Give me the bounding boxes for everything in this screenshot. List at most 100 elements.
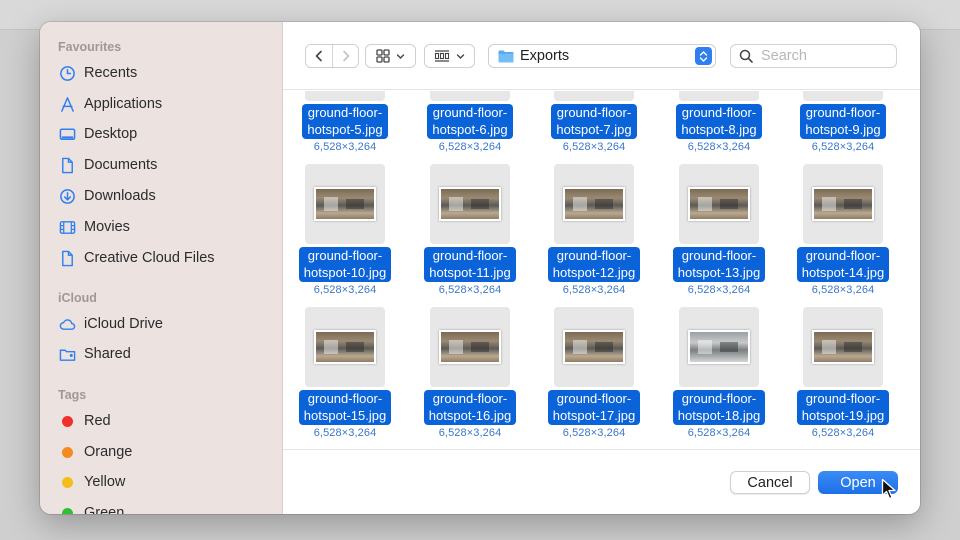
icon-view-button[interactable] bbox=[365, 44, 416, 68]
file-name-line: ground-floor- bbox=[681, 105, 757, 120]
chevron-left-icon bbox=[315, 50, 322, 62]
file-name-line: ground-floor- bbox=[432, 105, 508, 120]
file-name-line: ground-floor- bbox=[681, 248, 757, 263]
sidebar-item-tag-yellow[interactable]: Yellow bbox=[52, 468, 274, 496]
sidebar-item-tag-orange[interactable]: Orange bbox=[52, 438, 274, 466]
file-name-label[interactable]: ground-floor-hotspot-18.jpg bbox=[672, 390, 766, 425]
file-item[interactable]: ground-floor-hotspot-12.jpg 6,528×3,264 bbox=[539, 164, 649, 296]
file-item[interactable]: ground-floor-hotspot-6.jpg 6,528×3,264 bbox=[415, 91, 525, 153]
file-name-label[interactable]: ground-floor-hotspot-10.jpg bbox=[298, 247, 392, 282]
file-item[interactable]: ground-floor-hotspot-8.jpg 6,528×3,264 bbox=[664, 91, 774, 153]
file-item[interactable]: ground-floor-hotspot-19.jpg 6,528×3,264 bbox=[788, 307, 898, 439]
file-thumbnail[interactable] bbox=[679, 307, 759, 387]
file-name-line: hotspot-8.jpg bbox=[681, 121, 757, 137]
file-thumbnail[interactable] bbox=[679, 91, 759, 101]
sidebar-item-label: iCloud Drive bbox=[84, 316, 163, 332]
search-placeholder: Search bbox=[761, 48, 807, 64]
panorama-image-preview bbox=[563, 187, 625, 221]
sidebar-item-label: Creative Cloud Files bbox=[84, 250, 215, 266]
file-thumbnail[interactable] bbox=[305, 91, 385, 101]
file-name-line: hotspot-10.jpg bbox=[303, 264, 387, 280]
file-name-label[interactable]: ground-floor-hotspot-17.jpg bbox=[547, 390, 641, 425]
sidebar-item-tag-red[interactable]: Red bbox=[52, 407, 274, 435]
sidebar-item-desktop[interactable]: Desktop bbox=[52, 120, 274, 148]
file-item[interactable]: ground-floor-hotspot-16.jpg 6,528×3,264 bbox=[415, 307, 525, 439]
file-name-label[interactable]: ground-floor-hotspot-16.jpg bbox=[423, 390, 517, 425]
file-item[interactable]: ground-floor-hotspot-15.jpg 6,528×3,264 bbox=[290, 307, 400, 439]
file-thumbnail[interactable] bbox=[305, 164, 385, 244]
file-thumbnail[interactable] bbox=[803, 307, 883, 387]
sidebar-item-label: Recents bbox=[84, 65, 138, 81]
sidebar-item-recents[interactable]: Recents bbox=[52, 59, 274, 87]
sidebar-item-label: Documents bbox=[84, 157, 158, 173]
file-dimensions: 6,528×3,264 bbox=[438, 284, 502, 296]
file-thumbnail[interactable] bbox=[305, 307, 385, 387]
file-item[interactable]: ground-floor-hotspot-11.jpg 6,528×3,264 bbox=[415, 164, 525, 296]
file-name-line: hotspot-14.jpg bbox=[801, 264, 885, 280]
file-name-label[interactable]: ground-floor-hotspot-13.jpg bbox=[672, 247, 766, 282]
file-item[interactable]: ground-floor-hotspot-5.jpg 6,528×3,264 bbox=[290, 91, 400, 153]
file-thumbnail[interactable] bbox=[679, 164, 759, 244]
file-thumbnail[interactable] bbox=[430, 164, 510, 244]
file-item[interactable]: ground-floor-hotspot-17.jpg 6,528×3,264 bbox=[539, 307, 649, 439]
sidebar-item-movies[interactable]: Movies bbox=[52, 213, 274, 241]
sidebar-item-applications[interactable]: Applications bbox=[52, 90, 274, 118]
sidebar-item-tag-green[interactable]: Green bbox=[52, 499, 274, 514]
file-name-label[interactable]: ground-floor-hotspot-11.jpg bbox=[424, 247, 516, 282]
file-item[interactable]: ground-floor-hotspot-18.jpg 6,528×3,264 bbox=[664, 307, 774, 439]
file-name-line: hotspot-16.jpg bbox=[428, 407, 512, 423]
file-name-line: hotspot-13.jpg bbox=[677, 264, 761, 280]
chevron-right-icon bbox=[342, 50, 349, 62]
cancel-button[interactable]: Cancel bbox=[730, 471, 810, 494]
forward-button[interactable] bbox=[332, 45, 358, 67]
file-thumbnail[interactable] bbox=[554, 307, 634, 387]
back-button[interactable] bbox=[306, 45, 332, 67]
file-name-label[interactable]: ground-floor-hotspot-12.jpg bbox=[547, 247, 641, 282]
file-item[interactable]: ground-floor-hotspot-10.jpg 6,528×3,264 bbox=[290, 164, 400, 296]
file-dimensions: 6,528×3,264 bbox=[687, 284, 751, 296]
file-name-line: hotspot-12.jpg bbox=[552, 264, 636, 280]
file-thumbnail[interactable] bbox=[554, 91, 634, 101]
panorama-image-preview bbox=[812, 330, 874, 364]
sidebar-item-label: Green bbox=[84, 505, 125, 514]
sidebar-item-creative-cloud[interactable]: Creative Cloud Files bbox=[52, 244, 274, 272]
file-dimensions: 6,528×3,264 bbox=[313, 427, 377, 439]
up-down-chevron-icon bbox=[695, 47, 712, 65]
file-name-label[interactable]: ground-floor-hotspot-5.jpg bbox=[302, 104, 388, 139]
file-name-label[interactable]: ground-floor-hotspot-15.jpg bbox=[298, 390, 392, 425]
file-name-line: ground-floor- bbox=[805, 391, 881, 406]
file-thumbnail[interactable] bbox=[554, 164, 634, 244]
file-item[interactable]: ground-floor-hotspot-9.jpg 6,528×3,264 bbox=[788, 91, 898, 153]
file-name-label[interactable]: ground-floor-hotspot-14.jpg bbox=[796, 247, 890, 282]
file-dimensions: 6,528×3,264 bbox=[313, 141, 377, 153]
sidebar-item-shared[interactable]: Shared bbox=[52, 340, 274, 368]
search-field[interactable]: Search bbox=[730, 44, 897, 68]
file-name-label[interactable]: ground-floor-hotspot-8.jpg bbox=[676, 104, 762, 139]
file-name-label[interactable]: ground-floor-hotspot-19.jpg bbox=[796, 390, 890, 425]
file-item[interactable]: ground-floor-hotspot-13.jpg 6,528×3,264 bbox=[664, 164, 774, 296]
file-thumbnail[interactable] bbox=[803, 91, 883, 101]
applications-icon bbox=[52, 90, 82, 118]
file-item[interactable]: ground-floor-hotspot-7.jpg 6,528×3,264 bbox=[539, 91, 649, 153]
file-thumbnail[interactable] bbox=[430, 307, 510, 387]
file-name-label[interactable]: ground-floor-hotspot-9.jpg bbox=[800, 104, 886, 139]
dialog-footer: Cancel Open bbox=[283, 449, 920, 514]
sidebar-item-icloud-drive[interactable]: iCloud Drive bbox=[52, 310, 274, 338]
file-dimensions: 6,528×3,264 bbox=[811, 284, 875, 296]
sidebar-item-downloads[interactable]: Downloads bbox=[52, 182, 274, 210]
file-name-line: ground-floor- bbox=[432, 248, 508, 263]
sidebar-item-label: Red bbox=[84, 413, 111, 429]
group-icon bbox=[434, 50, 450, 62]
file-name-label[interactable]: ground-floor-hotspot-7.jpg bbox=[551, 104, 637, 139]
tag-dot-red-icon bbox=[52, 407, 82, 435]
file-item[interactable]: ground-floor-hotspot-14.jpg 6,528×3,264 bbox=[788, 164, 898, 296]
group-by-button[interactable] bbox=[424, 44, 475, 68]
sidebar-item-documents[interactable]: Documents bbox=[52, 151, 274, 179]
file-thumbnail[interactable] bbox=[803, 164, 883, 244]
desktop-icon bbox=[52, 120, 82, 148]
folder-icon bbox=[498, 50, 514, 62]
clock-icon bbox=[52, 59, 82, 87]
location-popup[interactable]: Exports bbox=[488, 44, 716, 68]
file-thumbnail[interactable] bbox=[430, 91, 510, 101]
file-name-label[interactable]: ground-floor-hotspot-6.jpg bbox=[427, 104, 513, 139]
